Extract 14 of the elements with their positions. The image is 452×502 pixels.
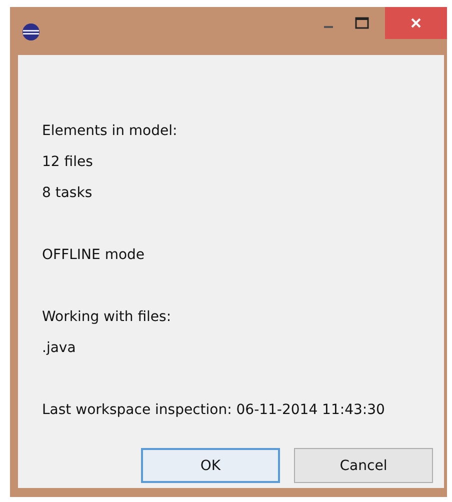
info-text: Last workspace inspection: 06-11-2014 11:43:30 [42, 401, 386, 420]
maximize-icon [355, 17, 369, 29]
globe-icon [22, 23, 40, 41]
minimize-icon [324, 26, 332, 28]
info-text: 8 tasks [42, 184, 94, 203]
info-text: .java [42, 339, 77, 358]
info-text: Working with files: [42, 308, 172, 327]
info-text: Elements in model: [42, 122, 178, 141]
info-text: OFFLINE mode [42, 246, 146, 265]
close-icon [410, 17, 422, 29]
dialog-button[interactable]: OK [141, 448, 280, 483]
close-button[interactable] [385, 7, 447, 39]
info-text: 12 files [42, 153, 94, 172]
dialog-button[interactable]: Cancel [294, 448, 433, 483]
